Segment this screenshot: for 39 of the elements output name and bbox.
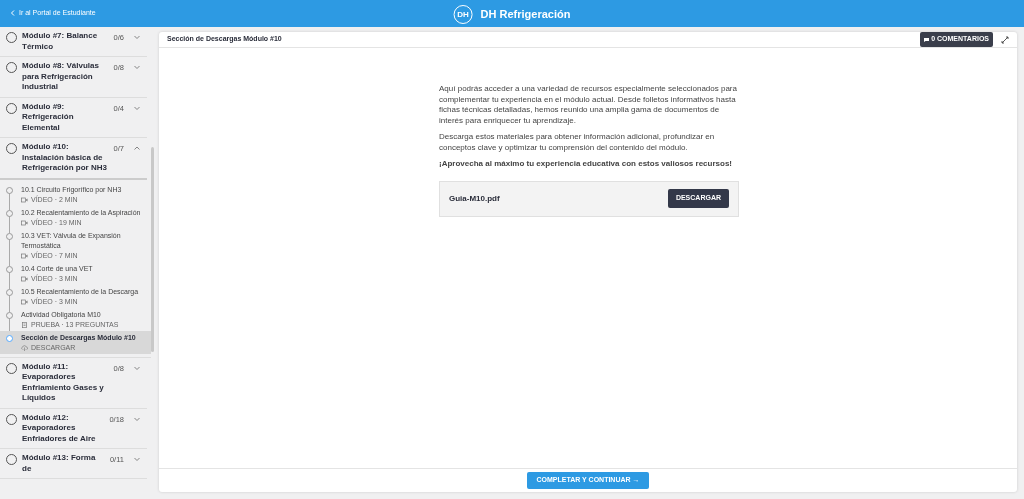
video-icon: [21, 252, 28, 259]
timeline-line: [9, 271, 10, 289]
status-circle-icon: [6, 311, 13, 319]
module-title: Módulo #13: Forma de: [22, 453, 97, 474]
video-icon: [21, 219, 28, 226]
cloud-download-icon: [21, 344, 28, 351]
module-title: Módulo #8: Válvulas para Refrigeración Industrial: [22, 61, 100, 93]
timeline-line: [9, 192, 10, 210]
video-icon: [21, 298, 28, 305]
chevron-up-icon[interactable]: [133, 144, 141, 152]
timeline-line: [9, 238, 10, 266]
module-title: Módulo #7: Balance Térmico: [22, 31, 99, 52]
timeline-line: [9, 294, 10, 312]
chevron-down-icon[interactable]: [133, 63, 141, 71]
paragraph: ¡Aprovecha al máximo tu experiencia educativa con estos valiosos recursos!: [439, 159, 733, 170]
status-circle-icon: [6, 232, 13, 240]
status-circle-icon: [6, 209, 13, 217]
module-title: Módulo #11: Evaporadores Enfriamiento Gases y Líquidos: [22, 361, 105, 404]
video-icon: [21, 275, 28, 282]
status-circle-icon: [6, 334, 13, 342]
status-circle-icon: [6, 288, 13, 296]
brand-name: DH Refrigeración: [480, 7, 571, 23]
status-circle-icon: [6, 265, 13, 273]
module-title: Módulo #10: Instalación básica de Refrigeración por NH3: [22, 142, 108, 174]
chevron-down-icon[interactable]: [133, 33, 141, 41]
module-title: Módulo #12: Evaporadores Enfriadores de Aire: [22, 412, 97, 444]
file-name: Guia-M10.pdf: [449, 192, 500, 205]
timeline-line: [9, 215, 10, 233]
comment-icon: [924, 37, 930, 42]
expand-icon[interactable]: [1001, 35, 1009, 44]
video-icon: [21, 196, 28, 203]
status-circle-icon: [6, 186, 13, 194]
paragraph: Aquí podrás acceder a una variedad de recursos especialmente seleccionados para complementar tu experiencia en el módulo actual. Desde folletos informativos hasta fichas técnicas detalladas, hemos reunido una amplia gama de documentos de interés para enriquecer tu aprendizaje.: [439, 84, 738, 126]
scrollbar[interactable]: [151, 147, 154, 352]
chevron-down-icon[interactable]: [133, 455, 141, 463]
document-icon: [21, 321, 28, 328]
back-chevron-icon: [10, 10, 15, 17]
paragraph: Descarga estos materiales para obtener información adicional, profundizar en conceptos clave y optimizar tu comprensión del contenido del módulo.: [439, 132, 716, 153]
module-title: Módulo #9: Refrigeración Elemental: [22, 101, 75, 133]
